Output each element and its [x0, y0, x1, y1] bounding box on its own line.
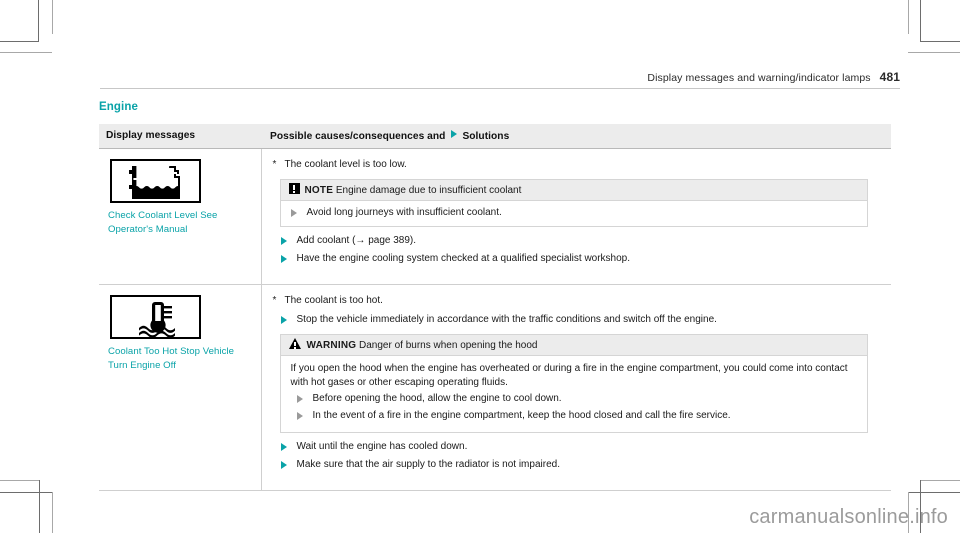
site-watermark: carmanualsonline.info [749, 506, 948, 528]
solution-step: Stop the vehicle immediately in accordan… [271, 313, 886, 327]
coolant-reservoir-symbol-box [110, 159, 201, 203]
cause-item: * The coolant is too hot. [271, 294, 886, 308]
coolant-temperature-symbol-box [110, 295, 201, 339]
warning-step-item: Before opening the hood, allow the engin… [291, 392, 857, 406]
solution-step: Wait until the engine has cooled down. [271, 440, 886, 454]
coolant-reservoir-icon [129, 166, 180, 199]
step-triangle-icon [296, 395, 303, 404]
display-message-cell: Coolant Too Hot Stop Vehicle Turn Engine… [99, 284, 262, 492]
step-triangle-icon [280, 443, 287, 452]
note-heading-text: Engine damage due to insufficient coolan… [335, 185, 522, 196]
note-heading-bar: NOTE Engine damage due to insufficient c… [280, 180, 867, 201]
table-row: Check Coolant Level See Operator's Manua… [99, 148, 891, 285]
asterisk-marker: * [272, 159, 277, 170]
solution-step-text: Have the engine cooling system checked a… [296, 253, 631, 264]
solution-step-text: Add coolant (→ page 389). [296, 235, 417, 246]
step-triangle-icon [280, 316, 287, 324]
display-message-cell: Check Coolant Level See Operator's Manua… [99, 148, 262, 285]
warning-step-text: In the event of a fire in the engine com… [312, 410, 731, 422]
step-triangle-icon [296, 412, 303, 421]
solutions-triangle-icon [451, 130, 458, 138]
display-messages-table: Display messages Possible causes/consequ… [99, 124, 891, 492]
display-message-label: Coolant Too Hot Stop Vehicle Turn Engine… [108, 346, 235, 371]
note-square-icon [288, 183, 300, 194]
solution-step: Make sure that the air supply to the rad… [271, 458, 886, 472]
column-header-causes-text: Possible causes/consequences and [270, 131, 446, 142]
running-title: Display messages and warning/indicator l… [647, 72, 871, 84]
step-triangle-icon [290, 209, 297, 217]
column-header-display-messages: Display messages [99, 124, 261, 149]
warning-keyword: WARNING [306, 340, 357, 351]
warning-triangle-icon [288, 338, 302, 349]
note-step-item: Avoid long journeys with insufficient co… [281, 206, 861, 220]
page-number: 481 [879, 70, 900, 84]
warning-body: If you open the hood when the engine has… [281, 356, 867, 432]
causes-solutions-cell: * The coolant is too hot. Stop the vehicl… [261, 284, 891, 492]
step-triangle-icon [280, 255, 287, 263]
table-row: Coolant Too Hot Stop Vehicle Turn Engine… [99, 284, 891, 492]
table-header-row: Display messages Possible causes/consequ… [99, 124, 891, 149]
warning-step-text: Before opening the hood, allow the engin… [312, 393, 562, 405]
solution-step: Have the engine cooling system checked a… [271, 252, 886, 266]
running-header: Display messages and warning/indicator l… [100, 70, 900, 84]
note-box: NOTE Engine damage due to insufficient c… [279, 179, 868, 227]
note-keyword: NOTE [304, 185, 334, 196]
coolant-temperature-icon [139, 302, 175, 337]
step-triangle-icon [280, 237, 287, 245]
note-step-text: Avoid long journeys with insufficient co… [306, 207, 502, 218]
warning-heading-bar: WARNING Danger of burns when opening the… [280, 335, 867, 356]
column-header-causes-solutions: Possible causes/consequences and Solution… [261, 124, 891, 149]
cause-item: * The coolant level is too low. [271, 158, 886, 172]
solution-step-text: Stop the vehicle immediately in accordan… [296, 314, 717, 325]
warning-step-item: In the event of a fire in the engine com… [291, 409, 857, 423]
causes-solutions-cell: * The coolant level is too low. NOTE Engi… [261, 148, 891, 285]
page-canvas: Display messages and warning/indicator l… [0, 0, 960, 533]
solution-step-text: Make sure that the air supply to the rad… [296, 459, 560, 471]
display-message-label: Check Coolant Level See Operator's Manua… [108, 210, 218, 235]
warning-box: WARNING Danger of burns when opening the… [279, 334, 868, 434]
solution-step-text: Wait until the engine has cooled down. [296, 441, 468, 453]
warning-body-text: If you open the hood when the engine has… [290, 363, 848, 388]
column-header-solutions-text: Solutions [462, 131, 510, 142]
cause-text: The coolant level is too low. [284, 159, 407, 170]
solution-step: Add coolant (→ page 389). [271, 234, 886, 248]
warning-heading-text: Danger of burns when opening the hood [359, 340, 538, 351]
section-title: Engine [99, 101, 138, 113]
header-rule [100, 88, 900, 89]
step-triangle-icon [280, 461, 287, 470]
asterisk-marker: * [272, 295, 277, 306]
note-steps: Avoid long journeys with insufficient co… [281, 201, 867, 226]
cause-text: The coolant is too hot. [284, 295, 383, 306]
